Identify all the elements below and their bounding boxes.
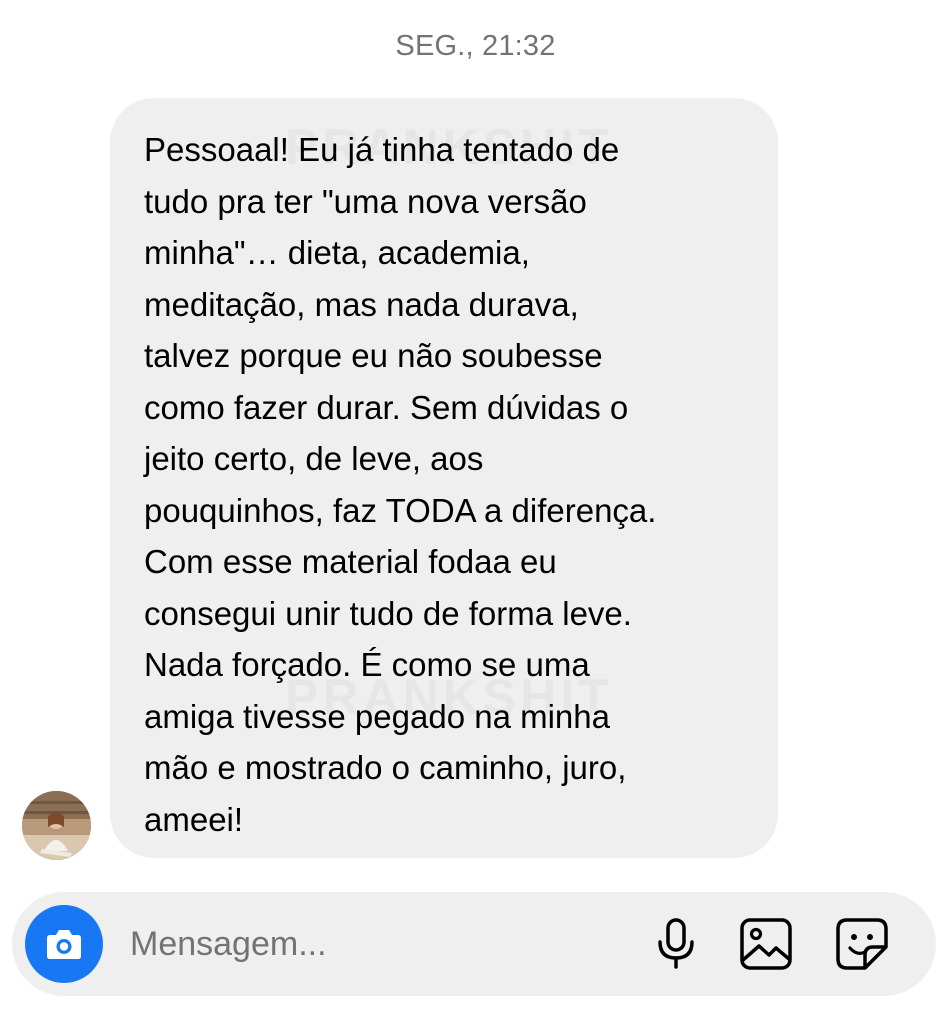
chat-screen: SEG., 21:32 PRANKSHIT PRANKSHIT Pessoaal…	[0, 0, 951, 1024]
sticker-button[interactable]	[832, 914, 892, 974]
message-input[interactable]	[130, 918, 590, 970]
received-message-bubble[interactable]: PRANKSHIT PRANKSHIT Pessoaal! Eu já tinh…	[110, 98, 778, 858]
message-timestamp: SEG., 21:32	[395, 30, 556, 62]
message-text: Pessoaal! Eu já tinha tentado de tudo pr…	[144, 131, 657, 838]
sticker-icon	[836, 918, 888, 970]
message-composer	[12, 892, 936, 996]
sender-avatar[interactable]	[22, 791, 91, 860]
avatar-photo	[22, 791, 91, 860]
microphone-button[interactable]	[646, 914, 706, 974]
camera-icon	[47, 930, 81, 959]
camera-button[interactable]	[25, 905, 103, 983]
image-gallery-button[interactable]	[736, 914, 796, 974]
microphone-icon	[658, 918, 694, 969]
image-gallery-icon	[740, 918, 792, 970]
